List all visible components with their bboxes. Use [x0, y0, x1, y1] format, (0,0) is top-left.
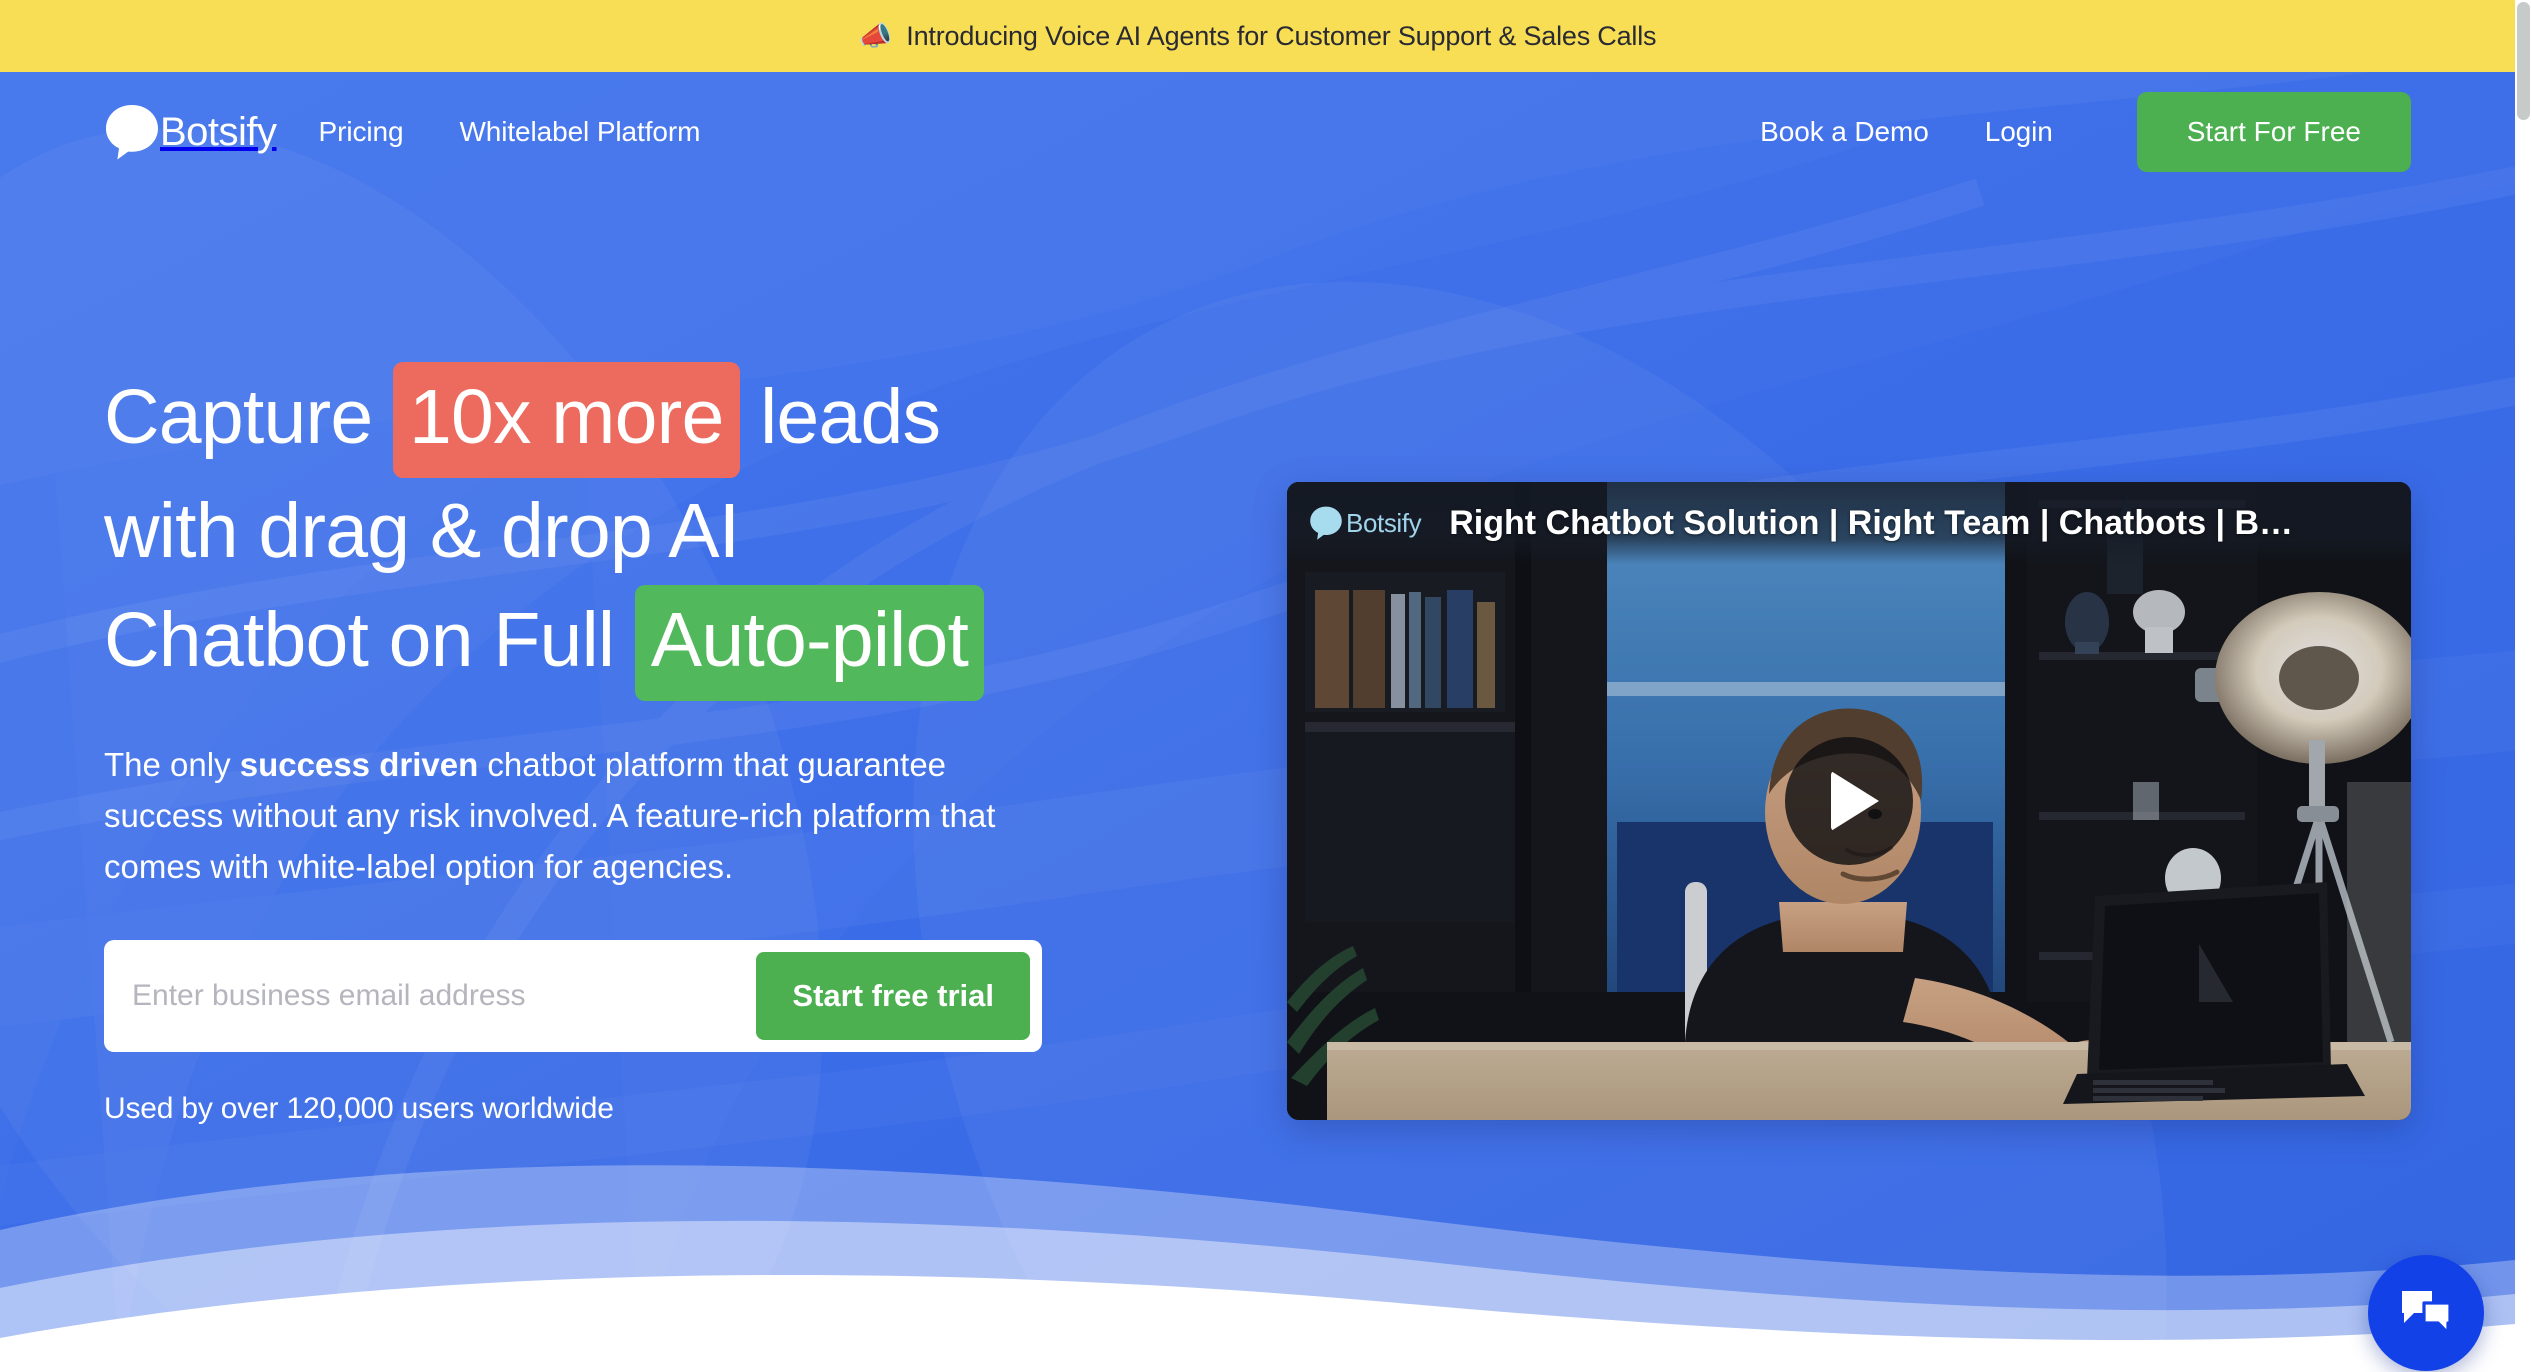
trial-signup-form: Start free trial: [104, 940, 1042, 1053]
hero-right-column: Botsify Right Chatbot Solution | Right T…: [1287, 192, 2411, 1120]
headline-line3-before: Chatbot on Full: [104, 596, 635, 683]
headline-highlight-auto-pilot: Auto-pilot: [634, 584, 985, 701]
hero-description-part1: The only: [104, 745, 240, 783]
video-player-card[interactable]: Botsify Right Chatbot Solution | Right T…: [1287, 482, 2411, 1120]
announcement-banner[interactable]: 📣 Introducing Voice AI Agents for Custom…: [0, 0, 2515, 72]
page-root: 📣 Introducing Voice AI Agents for Custom…: [0, 0, 2532, 1372]
headline-line-2: with drag & drop AI: [104, 488, 740, 575]
video-channel-logo: Botsify: [1309, 505, 1422, 541]
social-proof-text: Used by over 120,000 users worldwide: [104, 1092, 614, 1126]
hero-left-column: Capture 10x more leads with drag & drop …: [104, 192, 1164, 1126]
nav-link-book-a-demo[interactable]: Book a Demo: [1760, 116, 1929, 148]
headline-line-1: Capture 10x more leads: [104, 362, 1164, 479]
page-title: Capture 10x more leads with drag & drop …: [104, 362, 1164, 701]
start-free-trial-button[interactable]: Start free trial: [756, 952, 1030, 1041]
nav-link-whitelabel-platform[interactable]: Whitelabel Platform: [459, 116, 700, 148]
chat-widget-button[interactable]: [2368, 1255, 2484, 1371]
nav-link-login[interactable]: Login: [1985, 116, 2053, 148]
play-icon[interactable]: [1785, 737, 1913, 865]
play-triangle: [1831, 771, 1879, 831]
video-title-bar: Botsify Right Chatbot Solution | Right T…: [1287, 482, 2411, 564]
video-channel-name: Botsify: [1346, 507, 1422, 538]
brand-logo-link[interactable]: Botsify: [104, 103, 277, 161]
headline-line1-before: Capture: [104, 374, 393, 460]
chat-bubbles-icon: [2402, 1291, 2452, 1335]
nav-secondary-links: Book a Demo Login Start For Free: [1760, 92, 2411, 172]
announcement-text: Introducing Voice AI Agents for Customer…: [906, 20, 1657, 51]
brand-name: Botsify: [160, 109, 277, 154]
headline-highlight-10x-more: 10x more: [392, 362, 740, 479]
video-title: Right Chatbot Solution | Right Team | Ch…: [1449, 503, 2294, 542]
hero-content: Capture 10x more leads with drag & drop …: [0, 192, 2515, 1126]
nav-link-pricing[interactable]: Pricing: [319, 116, 404, 148]
headline-line1-after: leads: [739, 374, 941, 460]
page-scrollbar-thumb[interactable]: [2517, 2, 2530, 120]
hero-section: Botsify Pricing Whitelabel Platform Book…: [0, 72, 2515, 1372]
top-navigation: Botsify Pricing Whitelabel Platform Book…: [0, 72, 2515, 192]
hero-description-bold: success driven: [239, 745, 479, 783]
hero-description: The only success driven chatbot platform…: [104, 739, 1054, 892]
speech-bubble-logo-icon: [104, 103, 160, 161]
start-for-free-button[interactable]: Start For Free: [2136, 92, 2411, 172]
megaphone-icon: 📣: [858, 20, 893, 51]
video-speech-bubble-icon: [1309, 505, 1343, 541]
page-scrollbar-track[interactable]: [2515, 0, 2532, 1372]
nav-primary-links: Pricing Whitelabel Platform: [319, 116, 701, 148]
headline-line-3: Chatbot on Full Auto-pilot: [104, 584, 1164, 701]
